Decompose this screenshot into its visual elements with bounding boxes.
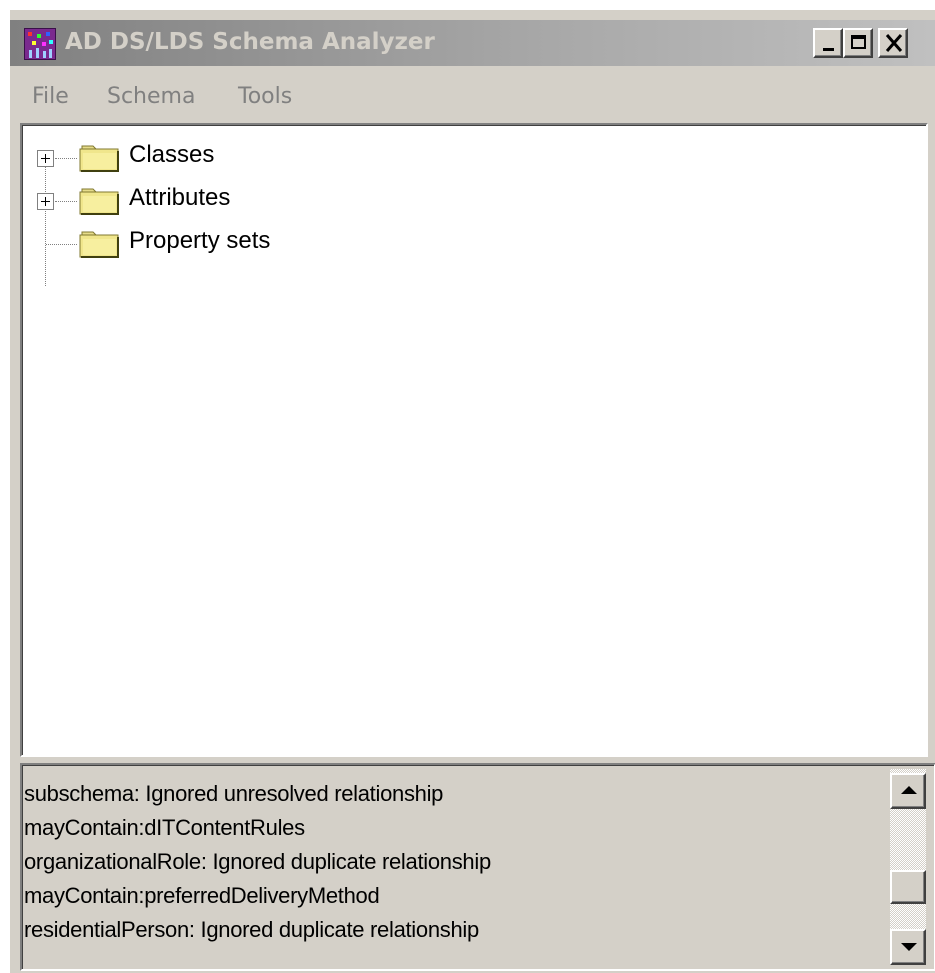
tree-node-property-sets[interactable]: Property sets xyxy=(22,221,622,261)
tree-node-label: Classes xyxy=(129,141,215,168)
schema-analyzer-app-icon[interactable] xyxy=(24,28,56,60)
folder-icon xyxy=(79,188,119,215)
schema-tree-view[interactable]: Classes Attributes Property sets xyxy=(20,123,928,757)
arrow-up-icon xyxy=(901,786,917,794)
log-vertical-scrollbar[interactable] xyxy=(890,769,926,965)
minimize-button[interactable] xyxy=(813,28,843,58)
menu-schema[interactable]: Schema xyxy=(107,84,195,109)
tree-node-label: Property sets xyxy=(129,227,271,254)
window-title: AD DS/LDS Schema Analyzer xyxy=(65,29,435,55)
folder-icon xyxy=(79,145,119,172)
tree-branch-line xyxy=(55,201,77,202)
scrollbar-thumb[interactable] xyxy=(890,870,926,904)
folder-icon xyxy=(79,231,119,258)
expand-icon[interactable] xyxy=(37,150,54,167)
scroll-down-button[interactable] xyxy=(890,929,926,965)
maximize-button[interactable] xyxy=(843,28,873,58)
app-window: AD DS/LDS Schema Analyzer File Schema To… xyxy=(10,10,935,973)
scroll-up-button[interactable] xyxy=(890,773,926,809)
minimize-icon xyxy=(823,48,834,51)
menu-bar: File Schema Tools xyxy=(10,84,935,120)
log-output-pane[interactable]: subschema: Ignored unresolved relationsh… xyxy=(20,763,935,971)
log-line: organizationalRole: Ignored duplicate re… xyxy=(24,849,491,874)
close-button[interactable] xyxy=(878,28,908,58)
log-line: subschema: Ignored unresolved relationsh… xyxy=(24,781,444,806)
arrow-down-icon xyxy=(901,943,917,951)
close-icon xyxy=(885,34,903,52)
title-bar[interactable]: AD DS/LDS Schema Analyzer xyxy=(10,20,935,66)
tree-node-classes[interactable]: Classes xyxy=(22,135,622,175)
log-line: mayContain:dITContentRules xyxy=(24,815,305,840)
tree-node-label: Attributes xyxy=(129,184,231,211)
expand-icon[interactable] xyxy=(37,193,54,210)
tree-branch-line xyxy=(55,158,77,159)
log-line: residentialPerson: Ignored duplicate rel… xyxy=(24,917,479,942)
menu-tools[interactable]: Tools xyxy=(238,84,292,109)
maximize-icon xyxy=(851,35,866,49)
menu-file[interactable]: File xyxy=(32,84,69,109)
log-lines: subschema: Ignored unresolved relationsh… xyxy=(24,777,884,947)
tree-node-attributes[interactable]: Attributes xyxy=(22,178,622,218)
log-line: mayContain:preferredDeliveryMethod xyxy=(24,883,380,908)
tree-branch-line xyxy=(46,244,77,245)
